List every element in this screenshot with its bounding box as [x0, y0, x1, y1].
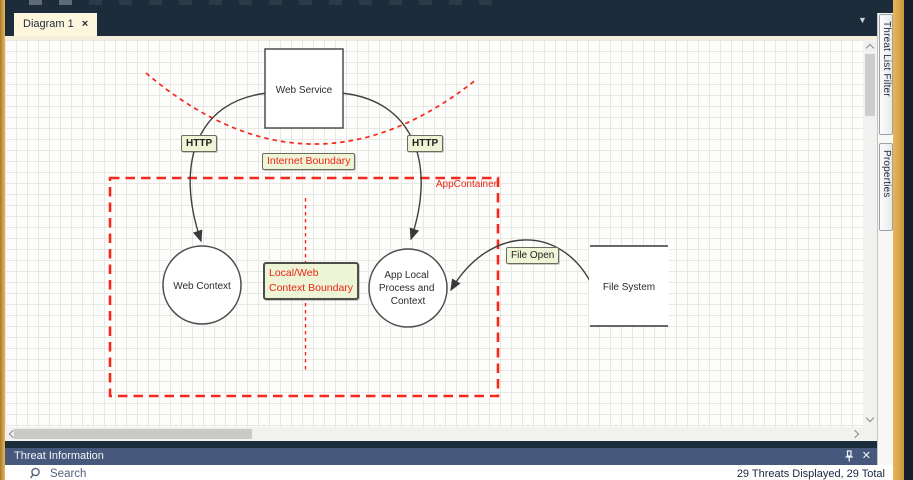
vertical-scrollbar[interactable]	[863, 40, 877, 427]
tab-close-icon[interactable]: ×	[82, 18, 88, 30]
toolbar-icon	[239, 0, 252, 5]
toolbar-icon	[119, 0, 132, 5]
toolbar-icon	[479, 0, 492, 5]
chevron-down-icon[interactable]: ▼	[858, 15, 867, 25]
clipped-toolbar	[5, 0, 893, 13]
scroll-down-icon[interactable]	[865, 413, 875, 423]
toolbar-icon	[299, 0, 312, 5]
toolbar-icon	[329, 0, 342, 5]
boundary-label-appcontainer[interactable]: AppContainer	[385, 179, 497, 190]
flow-label-http-right[interactable]: HTTP	[407, 135, 444, 152]
panel-title: Threat Information	[14, 450, 104, 462]
window-edge-right-dark	[904, 0, 913, 480]
threat-panel-body: Search 29 Threats Displayed, 29 Total	[5, 465, 893, 480]
vertical-scroll-thumb[interactable]	[865, 54, 875, 116]
toolbar-icon	[59, 0, 72, 5]
window-edge-left	[0, 0, 5, 480]
tab-diagram-1[interactable]: Diagram 1 ×	[14, 13, 98, 36]
boundary-label-local-web[interactable]: Local/Web Context Boundary	[263, 262, 360, 300]
toolbar-icon	[149, 0, 162, 5]
app-window: Diagram 1 × ▼ Web Service Web Context Ap…	[0, 0, 913, 480]
search-input[interactable]: Search	[29, 467, 86, 480]
boundary-label-line: Context Boundary	[269, 282, 354, 294]
flow-label-file-open[interactable]: File Open	[506, 247, 560, 264]
toolbar-icon	[389, 0, 402, 5]
scrollbar-corner	[863, 427, 877, 441]
toolbar-icon	[449, 0, 462, 5]
flow-label-http-left[interactable]: HTTP	[181, 135, 218, 152]
horizontal-scrollbar[interactable]	[5, 427, 863, 441]
toolbar-icon	[29, 0, 42, 5]
threat-information-header[interactable]: Threat Information ✕	[5, 448, 877, 465]
boundary-label-internet[interactable]: Internet Boundary	[262, 153, 356, 170]
threat-count-status: 29 Threats Displayed, 29 Total	[736, 468, 885, 480]
toolbar-icon	[419, 0, 432, 5]
toolbar-icon	[89, 0, 102, 5]
scroll-up-icon[interactable]	[865, 43, 875, 53]
boundary-label-line: Local/Web	[269, 267, 319, 279]
horizontal-scroll-thumb[interactable]	[14, 429, 252, 439]
scroll-right-icon[interactable]	[850, 429, 860, 439]
tool-tab-strip: Threat List Filter Properties	[877, 13, 893, 465]
tab-label: Diagram 1	[23, 18, 74, 30]
tab-threat-list-filter[interactable]: Threat List Filter	[879, 14, 893, 135]
canvas-grid[interactable]	[5, 40, 863, 427]
toolbar-icon	[179, 0, 192, 5]
toolbar-icon	[209, 0, 222, 5]
window-edge-right	[893, 0, 904, 480]
toolbar-icon	[359, 0, 372, 5]
close-icon[interactable]: ✕	[862, 448, 871, 465]
diagram-canvas[interactable]	[5, 36, 877, 441]
search-placeholder: Search	[50, 467, 87, 480]
search-icon	[30, 467, 40, 479]
tab-properties[interactable]: Properties	[879, 143, 893, 231]
toolbar-icon	[269, 0, 282, 5]
